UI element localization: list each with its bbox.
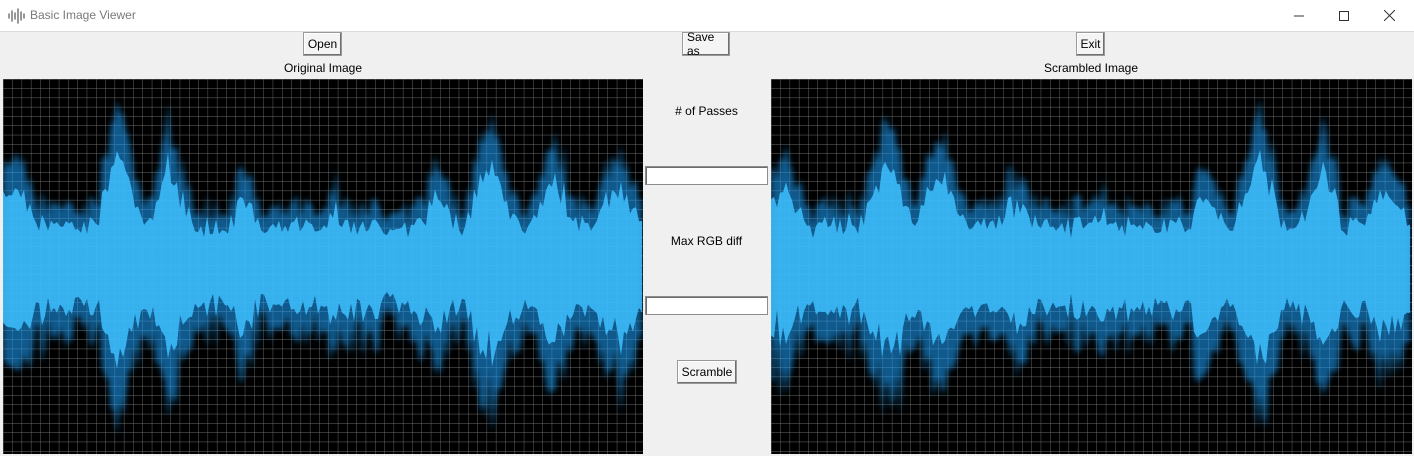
maximize-button[interactable] [1321,0,1367,31]
save-as-button[interactable]: Save as [682,30,730,58]
title-bar: Basic Image Viewer [0,0,1414,32]
scrambled-waveform [771,79,1412,454]
original-waveform [3,79,643,454]
original-image [3,79,643,454]
open-button[interactable]: Open [303,32,342,56]
exit-button[interactable]: Exit [1076,32,1105,56]
waveform-icon [8,8,25,24]
max-rgb-diff-label: Max RGB diff [670,234,743,248]
minimize-icon [1294,15,1304,16]
scramble-button[interactable]: Scramble [677,360,737,384]
close-button[interactable] [1366,0,1412,31]
max-rgb-diff-input[interactable] [645,296,768,315]
maximize-icon [1339,10,1349,21]
close-icon [1383,10,1395,21]
minimize-button[interactable] [1276,0,1322,31]
original-image-title: Original Image [283,61,363,75]
passes-input[interactable] [645,166,768,185]
passes-label: # of Passes [675,104,738,118]
scrambled-image [771,79,1412,454]
scrambled-image-title: Scrambled Image [1043,61,1139,75]
window-title: Basic Image Viewer [30,8,136,22]
